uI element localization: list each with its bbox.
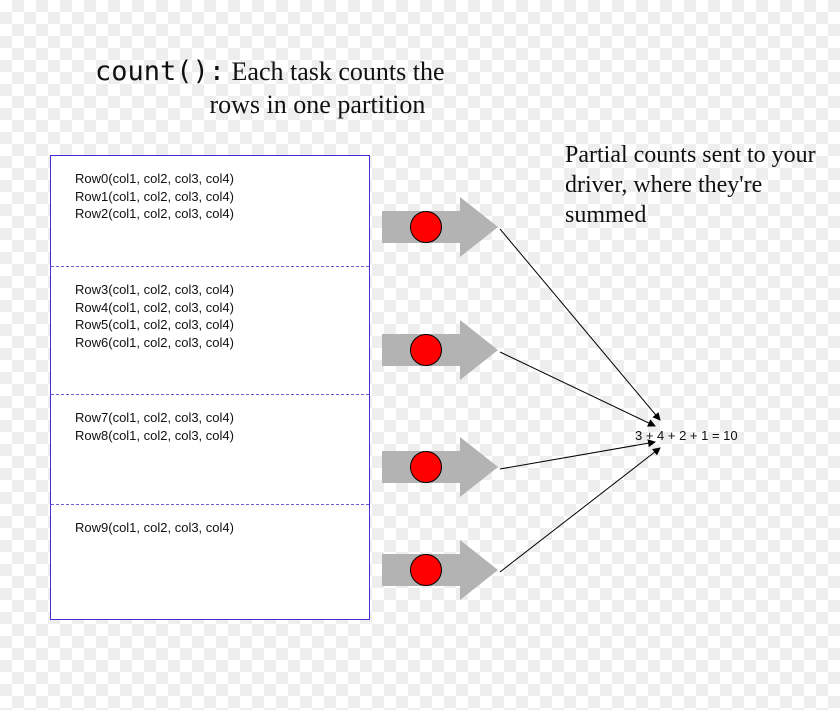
title-line2: rows in one partition <box>210 90 426 119</box>
row-label: Row2(col1, col2, col3, col4) <box>75 205 369 223</box>
diagram-title: count(): Each task counts the rows in on… <box>95 55 615 121</box>
partition-1: Row3(col1, col2, col3, col4) Row4(col1, … <box>51 266 369 394</box>
row-label: Row4(col1, col2, col3, col4) <box>75 299 369 317</box>
task-arrow-2 <box>382 437 502 497</box>
line-arrow-2 <box>500 442 655 469</box>
partition-2: Row7(col1, col2, col3, col4) Row8(col1, … <box>51 394 369 504</box>
row-label: Row0(col1, col2, col3, col4) <box>75 170 369 188</box>
task-arrow-1 <box>382 320 502 380</box>
row-label: Row5(col1, col2, col3, col4) <box>75 316 369 334</box>
row-label: Row3(col1, col2, col3, col4) <box>75 281 369 299</box>
row-label: Row1(col1, col2, col3, col4) <box>75 188 369 206</box>
driver-caption: Partial counts sent to your driver, wher… <box>565 140 820 230</box>
row-label: Row9(col1, col2, col3, col4) <box>75 519 369 537</box>
line-arrow-0 <box>500 229 660 420</box>
line-arrow-3 <box>500 448 660 572</box>
sum-expression: 3 + 4 + 2 + 1 = 10 <box>635 428 738 443</box>
arrow-head-icon <box>460 320 498 380</box>
partial-count-dot-2 <box>410 451 442 483</box>
row-label: Row7(col1, col2, col3, col4) <box>75 409 369 427</box>
title-line1: Each task counts the <box>232 57 445 86</box>
title-code: count(): <box>95 56 225 87</box>
partition-0: Row0(col1, col2, col3, col4) Row1(col1, … <box>51 156 369 266</box>
arrow-head-icon <box>460 197 498 257</box>
task-arrow-3 <box>382 540 502 600</box>
arrow-head-icon <box>460 540 498 600</box>
partial-count-dot-3 <box>410 554 442 586</box>
partial-count-dot-1 <box>410 334 442 366</box>
arrow-head-icon <box>460 437 498 497</box>
row-label: Row6(col1, col2, col3, col4) <box>75 334 369 352</box>
line-arrow-1 <box>500 352 655 426</box>
partial-count-dot-0 <box>410 211 442 243</box>
partitions-frame: Row0(col1, col2, col3, col4) Row1(col1, … <box>50 155 370 620</box>
row-label: Row8(col1, col2, col3, col4) <box>75 427 369 445</box>
task-arrow-0 <box>382 197 502 257</box>
partition-3: Row9(col1, col2, col3, col4) <box>51 504 369 619</box>
